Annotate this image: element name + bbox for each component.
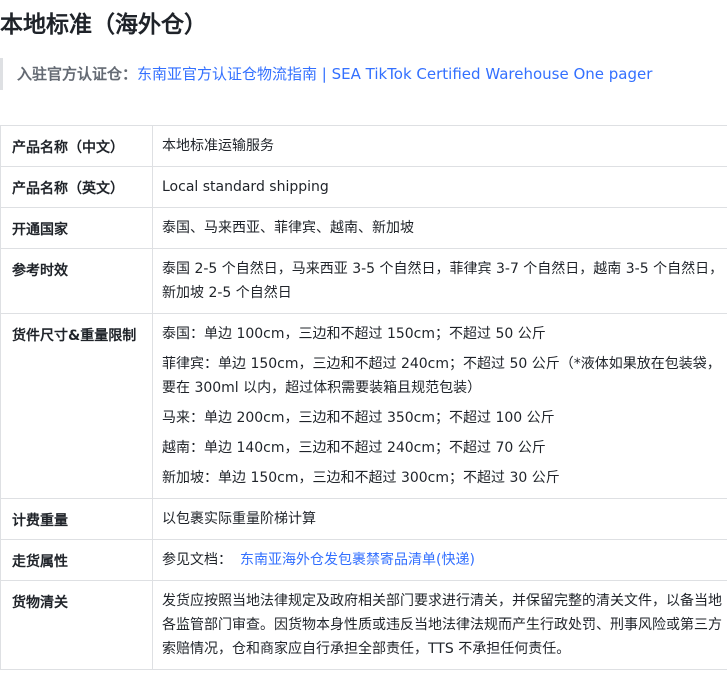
limit-line-philippines: 菲律宾：单边 150cm，三边和不超过 240cm；不超过 50 公斤（*液体如… bbox=[162, 356, 721, 396]
row-label: 走货属性 bbox=[0, 539, 153, 581]
table-row: 参考时效 泰国 2-5 个自然日，马来西亚 3-5 个自然日，菲律宾 3-7 个… bbox=[0, 248, 727, 314]
row-label: 开通国家 bbox=[0, 207, 153, 249]
row-value: 泰国 2-5 个自然日，马来西亚 3-5 个自然日，菲律宾 3-7 个自然日，越… bbox=[152, 248, 727, 314]
row-value: 发货应按照当地法律规定及政府相关部门要求进行清关，并保留完整的清关文件，以备当地… bbox=[152, 580, 727, 670]
limit-line-vietnam: 越南：单边 140cm，三边和不超过 240cm；不超过 70 公斤 bbox=[162, 440, 546, 456]
row-value: Local standard shipping bbox=[152, 166, 727, 208]
table-row: 开通国家 泰国、马来西亚、菲律宾、越南、新加坡 bbox=[0, 207, 727, 249]
table-row: 计费重量 以包裹实际重量阶梯计算 bbox=[0, 498, 727, 540]
row-value: 本地标准运输服务 bbox=[152, 125, 727, 167]
certified-warehouse-guide-link[interactable]: 东南亚官方认证仓物流指南 | SEA TikTok Certified Ware… bbox=[137, 65, 652, 83]
limit-line-malaysia: 马来：单边 200cm，三边和不超过 350cm；不超过 100 公斤 bbox=[162, 410, 555, 426]
row-label: 产品名称（英文） bbox=[0, 166, 153, 208]
table-row: 走货属性 参见文档： 东南亚海外仓发包裹禁寄品清单(快递) bbox=[0, 539, 727, 581]
certified-warehouse-callout: 入驻官方认证仓：东南亚官方认证仓物流指南 | SEA TikTok Certif… bbox=[0, 58, 727, 90]
reference-doc-prefix: 参见文档： bbox=[162, 552, 232, 568]
table-row: 货件尺寸&重量限制 泰国：单边 100cm，三边和不超过 150cm；不超过 5… bbox=[0, 313, 727, 499]
row-label: 货件尺寸&重量限制 bbox=[0, 313, 153, 499]
limit-line-thailand: 泰国：单边 100cm，三边和不超过 150cm；不超过 50 公斤 bbox=[162, 326, 546, 342]
page-title: 本地标准（海外仓） bbox=[0, 12, 207, 38]
prohibited-items-doc-link[interactable]: 东南亚海外仓发包裹禁寄品清单(快递) bbox=[240, 552, 475, 568]
row-label: 参考时效 bbox=[0, 248, 153, 314]
limit-line-singapore: 新加坡：单边 150cm，三边和不超过 300cm；不超过 30 公斤 bbox=[162, 470, 560, 486]
callout-label: 入驻官方认证仓： bbox=[17, 65, 138, 83]
spec-table: 产品名称（中文） 本地标准运输服务 产品名称（英文） Local standar… bbox=[0, 125, 727, 670]
row-value: 以包裹实际重量阶梯计算 bbox=[152, 498, 727, 540]
table-row: 产品名称（中文） 本地标准运输服务 bbox=[0, 125, 727, 167]
row-value: 泰国：单边 100cm，三边和不超过 150cm；不超过 50 公斤 菲律宾：单… bbox=[152, 313, 727, 499]
row-label: 货物清关 bbox=[0, 580, 153, 670]
row-label: 产品名称（中文） bbox=[0, 125, 153, 167]
row-value: 参见文档： 东南亚海外仓发包裹禁寄品清单(快递) bbox=[152, 539, 727, 581]
row-value: 泰国、马来西亚、菲律宾、越南、新加坡 bbox=[152, 207, 727, 249]
table-row: 货物清关 发货应按照当地法律规定及政府相关部门要求进行清关，并保留完整的清关文件… bbox=[0, 580, 727, 670]
table-row: 产品名称（英文） Local standard shipping bbox=[0, 166, 727, 208]
row-label: 计费重量 bbox=[0, 498, 153, 540]
